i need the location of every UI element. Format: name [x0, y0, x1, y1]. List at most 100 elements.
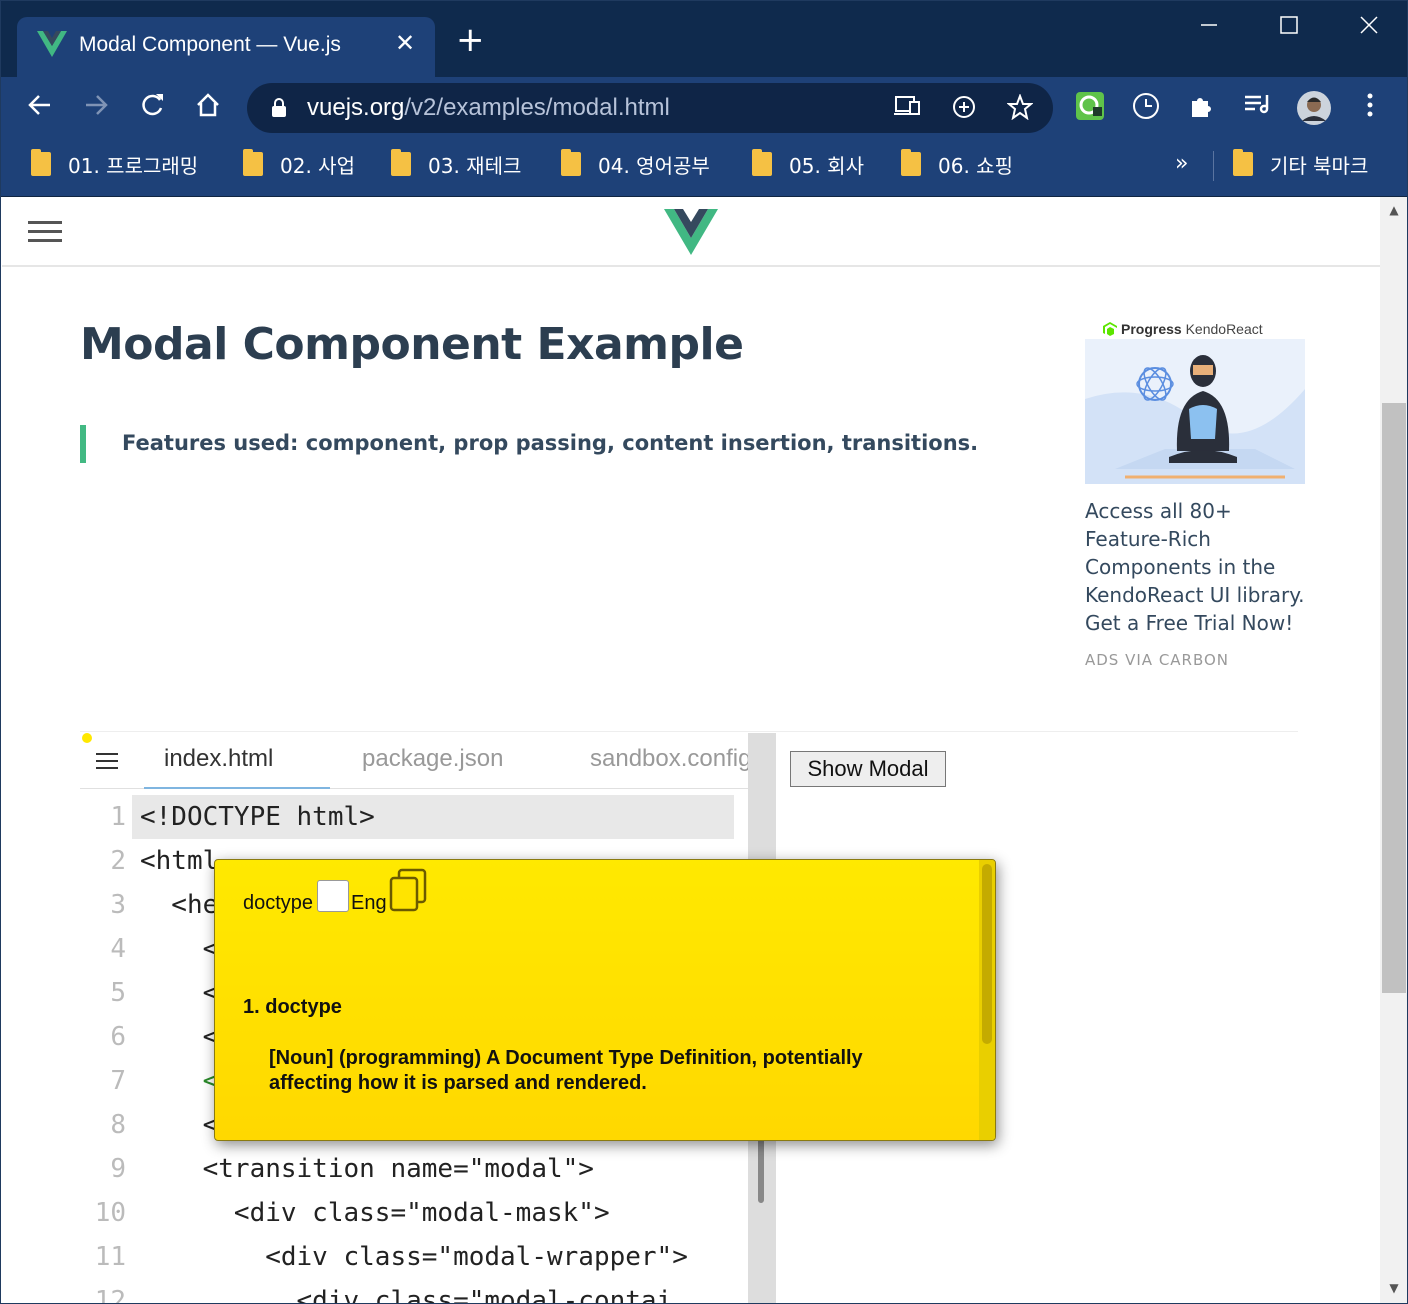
annotation-dot	[82, 733, 92, 743]
forward-icon[interactable]	[79, 91, 113, 125]
clock-extension-icon[interactable]	[1129, 91, 1163, 125]
bookmark-label: 기타 북마크	[1270, 153, 1369, 178]
close-window-icon[interactable]	[1349, 11, 1389, 47]
bookmarks-more-icon[interactable]: »	[1175, 151, 1188, 176]
line-number: 1	[110, 802, 126, 832]
ad-illustration-image[interactable]	[1085, 339, 1305, 484]
line-code: <div class="modal-mask">	[140, 1198, 610, 1228]
code-line: 1 <!DOCTYPE html>	[80, 795, 748, 839]
line-number: 9	[110, 1154, 126, 1184]
line-code: <transition name="modal">	[140, 1154, 594, 1184]
line-number: 5	[110, 978, 126, 1008]
folder-icon	[243, 149, 263, 176]
tab-package-json[interactable]: package.json	[362, 745, 503, 773]
extensions-puzzle-icon[interactable]	[1185, 91, 1219, 125]
folder-icon	[901, 149, 921, 176]
popup-checkbox[interactable]	[317, 880, 349, 912]
editor-menu-icon[interactable]	[96, 753, 118, 769]
browser-tab[interactable]: Modal Component — Vue.js ✕	[17, 17, 435, 77]
popup-word: doctype	[243, 892, 314, 914]
progress-logo-icon	[1103, 322, 1117, 336]
scroll-down-icon[interactable]: ▼	[1386, 1281, 1402, 1295]
folder-icon	[31, 149, 51, 176]
ads-via-carbon-link[interactable]: ADS VIA CARBON	[1085, 651, 1229, 669]
bookmark-folder[interactable]: 06. 쇼핑	[901, 149, 1013, 179]
address-bar[interactable]: vuejs.org/v2/examples/modal.html	[247, 83, 1053, 133]
lock-icon	[272, 98, 286, 117]
tab-close-icon[interactable]: ✕	[395, 29, 415, 57]
more-menu-icon[interactable]	[1353, 91, 1387, 125]
media-control-icon[interactable]	[1241, 91, 1275, 125]
ad-text[interactable]: Access all 80+ Feature-Rich Components i…	[1085, 497, 1305, 637]
code-line: 9 <transition name="modal">	[80, 1147, 748, 1191]
page-scrollbar-thumb[interactable]	[1382, 403, 1406, 993]
line-code: <!DOCTYPE html>	[140, 802, 375, 832]
bookmark-folder[interactable]: 04. 영어공부	[561, 149, 710, 179]
url-host: vuejs.org	[307, 94, 405, 121]
bookmark-label: 06. 쇼핑	[938, 153, 1013, 178]
bookmark-label: 03. 재테크	[428, 153, 522, 178]
line-code: <html	[140, 846, 219, 876]
line-number: 4	[110, 934, 126, 964]
popup-entry-word: doctype	[265, 996, 342, 1018]
line-number: 11	[94, 1242, 126, 1272]
popup-language[interactable]: Eng	[351, 892, 387, 915]
popup-entry-title: 1. doctype	[243, 996, 342, 1019]
hamburger-menu-icon[interactable]	[28, 221, 62, 243]
active-tab-underline	[144, 787, 330, 789]
line-number: 10	[94, 1198, 126, 1228]
bookmark-folder[interactable]: 03. 재테크	[391, 149, 521, 179]
line-number: 12	[94, 1286, 126, 1304]
code-line: 11 <div class="modal-wrapper">	[80, 1235, 748, 1279]
line-code: <div class="modal-contai	[140, 1286, 673, 1304]
tab-sandbox-config[interactable]: sandbox.config	[590, 745, 748, 773]
new-tab-icon[interactable]: +	[456, 23, 485, 57]
copy-icon[interactable]	[389, 868, 429, 912]
popup-definition: [Noun] (programming) A Document Type Def…	[269, 1047, 863, 1094]
url-path: /v2/examples/modal.html	[404, 94, 670, 121]
line-number: 6	[110, 1022, 126, 1052]
extension-green-icon[interactable]	[1073, 91, 1107, 125]
folder-icon	[752, 149, 772, 176]
maximize-icon[interactable]	[1269, 11, 1309, 47]
url-text: vuejs.org/v2/examples/modal.html	[307, 94, 670, 122]
popup-entry-number: 1.	[243, 996, 260, 1018]
bookmark-folder[interactable]: 05. 회사	[752, 149, 864, 179]
line-code: <he	[140, 890, 219, 920]
page-title: Modal Component Example	[80, 319, 744, 370]
home-icon[interactable]	[191, 91, 225, 125]
page-content: Modal Component Example Features used: c…	[2, 197, 1380, 1304]
bookmark-label: 05. 회사	[789, 153, 864, 178]
editor-scrollbar-thumb[interactable]	[758, 1133, 764, 1203]
editor-tabs: index.html package.json sandbox.config	[80, 733, 748, 789]
other-bookmarks-folder[interactable]: 기타 북마크	[1233, 149, 1368, 179]
minimize-icon[interactable]	[1189, 11, 1229, 47]
browser-window: Modal Component — Vue.js ✕ + vuejs.org/v…	[0, 0, 1408, 1304]
profile-avatar[interactable]	[1297, 91, 1331, 125]
line-code: <	[140, 934, 219, 964]
vue-logo-icon[interactable]	[664, 209, 718, 255]
folder-icon	[391, 149, 411, 176]
vue-favicon-icon	[37, 31, 67, 57]
line-number: 7	[110, 1066, 126, 1096]
folder-icon	[561, 149, 581, 176]
bookmarks-separator	[1213, 151, 1214, 181]
features-tip: Features used: component, prop passing, …	[122, 431, 979, 455]
dictionary-popup[interactable]: doctype Eng 1. doctype [Noun] (programmi…	[214, 859, 996, 1141]
bookmark-folder[interactable]: 01. 프로그래밍	[31, 149, 198, 179]
install-app-icon[interactable]	[893, 94, 923, 124]
popup-scrollbar-thumb[interactable]	[982, 864, 992, 1044]
bookmark-star-icon[interactable]	[1005, 93, 1035, 124]
back-icon[interactable]	[23, 91, 57, 125]
tip-accent-bar	[80, 425, 86, 463]
tab-index-html[interactable]: index.html	[164, 745, 273, 773]
bookmark-folder[interactable]: 02. 사업	[243, 149, 355, 179]
add-icon[interactable]	[949, 94, 979, 124]
line-number: 2	[110, 846, 126, 876]
page-scrollbar[interactable]: ▲ ▼	[1380, 197, 1407, 1303]
ad-brand: Progress KendoReact	[1103, 321, 1263, 337]
popup-scrollbar[interactable]	[979, 860, 995, 1140]
scroll-up-icon[interactable]: ▲	[1386, 203, 1402, 217]
reload-icon[interactable]	[135, 91, 169, 125]
show-modal-button[interactable]: Show Modal	[790, 751, 946, 787]
